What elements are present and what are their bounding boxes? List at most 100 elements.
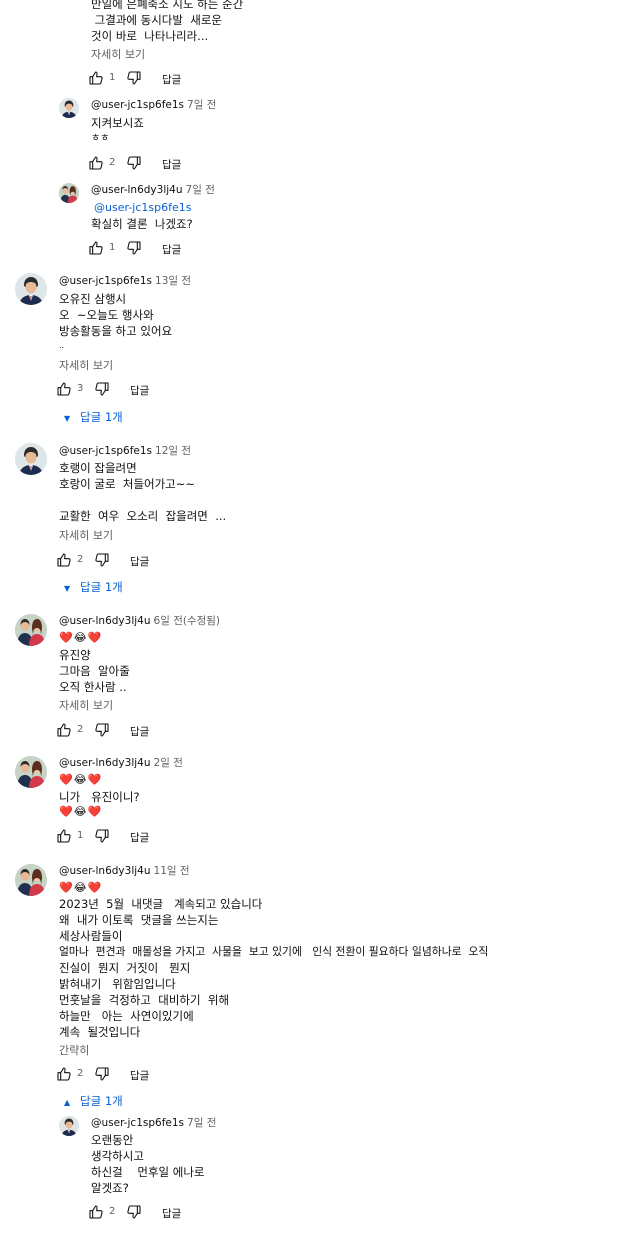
view-replies-toggle[interactable]: ▼ 답글 1개 bbox=[64, 579, 123, 595]
avatar[interactable] bbox=[59, 1116, 79, 1136]
timestamp[interactable]: 7일 전 bbox=[187, 99, 216, 111]
thumb-up-icon[interactable] bbox=[88, 1204, 104, 1220]
view-replies-toggle[interactable]: ▼ 답글 1개 bbox=[64, 409, 123, 425]
reply-button[interactable]: 답글 bbox=[130, 724, 149, 739]
emoji-line: ❤️😂❤️ bbox=[59, 773, 103, 786]
author-name[interactable]: @user-jc1sp6fe1s bbox=[59, 445, 152, 457]
thumb-down-icon[interactable] bbox=[94, 552, 110, 568]
avatar[interactable] bbox=[15, 864, 47, 896]
thumb-up-icon[interactable] bbox=[56, 381, 72, 397]
avatar[interactable] bbox=[15, 756, 47, 788]
comment-text-line: 얼마나 편견과 매몰성을 가지고 사물을 보고 있기에 인식 전환이 필요하다 … bbox=[59, 945, 489, 958]
timestamp[interactable]: 7일 전 bbox=[187, 1117, 216, 1129]
comment-text-line: ㅎㅎ bbox=[91, 133, 110, 144]
read-more-link[interactable]: 자세히 보기 bbox=[91, 48, 145, 62]
comment-actions: 2 답글 bbox=[56, 1066, 256, 1084]
thumb-down-icon[interactable] bbox=[126, 70, 142, 86]
read-more-link[interactable]: 자세히 보기 bbox=[59, 359, 113, 373]
reply-button[interactable]: 답글 bbox=[130, 554, 149, 569]
replies-count-label: 답글 1개 bbox=[80, 580, 123, 594]
avatar[interactable] bbox=[59, 183, 79, 203]
comment-item: @user-jc1sp6fe1s 13일 전 오유진 삼행시 오 ~오늘도 행사와… bbox=[0, 268, 640, 428]
author-name[interactable]: @user-ln6dy3lj4u bbox=[91, 184, 183, 196]
author-name[interactable]: @user-ln6dy3lj4u bbox=[59, 865, 151, 877]
chevron-up-icon: ▲ bbox=[64, 1098, 71, 1107]
timestamp[interactable]: 13일 전 bbox=[155, 275, 191, 287]
comment-text-line: 오랜동안 bbox=[91, 1133, 134, 1147]
author-name[interactable]: @user-jc1sp6fe1s bbox=[91, 99, 184, 111]
reply-button[interactable]: 답글 bbox=[162, 157, 181, 172]
thumb-down-icon[interactable] bbox=[94, 381, 110, 397]
comment-text-line: 호랑이 굴로 처들어가고~~ bbox=[59, 477, 196, 491]
author-name[interactable]: @user-ln6dy3lj4u bbox=[59, 615, 151, 627]
like-count: 2 bbox=[109, 1206, 116, 1217]
avatar[interactable] bbox=[15, 273, 47, 305]
comment-actions: 2 답글 bbox=[56, 722, 256, 740]
thumb-down-icon[interactable] bbox=[94, 722, 110, 738]
comment-text-line: 세상사람들이 bbox=[59, 929, 123, 943]
thumb-down-icon[interactable] bbox=[126, 155, 142, 171]
chevron-down-icon: ▼ bbox=[64, 414, 71, 423]
thumb-down-icon[interactable] bbox=[94, 1066, 110, 1082]
thumb-up-icon[interactable] bbox=[56, 722, 72, 738]
comment-text-line: 진실이 뭔지 거짓이 뭔지 bbox=[59, 961, 191, 975]
thumb-down-icon[interactable] bbox=[94, 828, 110, 844]
thumb-up-icon[interactable] bbox=[88, 70, 104, 86]
reply-button[interactable]: 답글 bbox=[162, 72, 181, 87]
comment-text-line: 오유진 삼행시 bbox=[59, 292, 127, 306]
comment-text-line: 그결과에 동시다발 새로운 bbox=[91, 13, 223, 27]
comment-header: @user-ln6dy3lj4u 7일 전 bbox=[91, 183, 215, 197]
like-count: 2 bbox=[77, 724, 84, 735]
comment-text-line: 것이 바로 나타나리라... bbox=[91, 29, 209, 43]
thumb-up-icon[interactable] bbox=[56, 552, 72, 568]
comment-text-line: 지켜보시죠 bbox=[91, 116, 144, 130]
mention-link[interactable]: @user-jc1sp6fe1s bbox=[94, 200, 191, 216]
comment-item: @user-jc1sp6fe1s 12일 전 호랭이 잡을려면 호랑이 굴로 처들… bbox=[0, 438, 640, 598]
show-less-link[interactable]: 간략히 bbox=[59, 1044, 89, 1058]
comment-text-line: 먼훗날을 걱정하고 대비하기 위해 bbox=[59, 993, 230, 1007]
timestamp[interactable]: 2일 전 bbox=[154, 757, 183, 769]
comment-text-line: 2023년 5월 내댓글 계속되고 있습니다 bbox=[59, 897, 263, 911]
comment-text-line: 하늘만 아는 사연이있기에 bbox=[59, 1009, 194, 1023]
thumb-up-icon[interactable] bbox=[88, 240, 104, 256]
comment-actions: 2 답글 bbox=[88, 155, 288, 173]
avatar[interactable] bbox=[59, 98, 79, 118]
thumb-up-icon[interactable] bbox=[56, 828, 72, 844]
timestamp[interactable]: 6일 전(수정됨) bbox=[154, 615, 221, 627]
hide-replies-toggle[interactable]: ▲ 답글 1개 bbox=[64, 1093, 123, 1109]
reply-button[interactable]: 답글 bbox=[162, 242, 181, 257]
reply-item: @user-ln6dy3lj4u 7일 전 @user-jc1sp6fe1s 확실… bbox=[0, 180, 640, 260]
thumb-down-icon[interactable] bbox=[126, 240, 142, 256]
reply-button[interactable]: 답글 bbox=[130, 1068, 149, 1083]
thumb-up-icon[interactable] bbox=[56, 1066, 72, 1082]
comment-item: @user-ln6dy3lj4u 11일 전 ❤️😂❤️ 2023년 5월 내댓글… bbox=[0, 858, 640, 1113]
like-count: 1 bbox=[109, 242, 116, 253]
thumb-down-icon[interactable] bbox=[126, 1204, 142, 1220]
timestamp[interactable]: 11일 전 bbox=[154, 865, 190, 877]
comment-actions: 1 답글 bbox=[88, 70, 288, 88]
author-name[interactable]: @user-jc1sp6fe1s bbox=[59, 275, 152, 287]
reply-button[interactable]: 답글 bbox=[130, 830, 149, 845]
timestamp[interactable]: 7일 전 bbox=[186, 184, 215, 196]
comment-actions: 1 답글 bbox=[56, 828, 256, 846]
comment-header: @user-jc1sp6fe1s 7일 전 bbox=[91, 1116, 216, 1130]
like-count: 2 bbox=[109, 157, 116, 168]
read-more-link[interactable]: 자세히 보기 bbox=[59, 699, 113, 713]
comment-text-line: 호랭이 잡을려면 bbox=[59, 461, 137, 475]
comment-text-line: 밝혀내기 위함임입니다 bbox=[59, 977, 176, 991]
reply-button[interactable]: 답글 bbox=[130, 383, 149, 398]
reply-button[interactable]: 답글 bbox=[162, 1206, 181, 1221]
like-count: 2 bbox=[77, 1068, 84, 1079]
comment-actions: 2 답글 bbox=[56, 552, 256, 570]
comment-header: @user-jc1sp6fe1s 12일 전 bbox=[59, 444, 191, 458]
replies-count-label: 답글 1개 bbox=[80, 1094, 123, 1108]
thumb-up-icon[interactable] bbox=[88, 155, 104, 171]
timestamp[interactable]: 12일 전 bbox=[155, 445, 191, 457]
author-name[interactable]: @user-ln6dy3lj4u bbox=[59, 757, 151, 769]
author-name[interactable]: @user-jc1sp6fe1s bbox=[91, 1117, 184, 1129]
comment-item: @user-ln6dy3lj4u 2일 전 ❤️😂❤️ 니가 유진이니? ❤️😂❤… bbox=[0, 750, 640, 850]
comment-actions: 1 답글 bbox=[88, 240, 288, 258]
read-more-link[interactable]: 자세히 보기 bbox=[59, 529, 113, 543]
avatar[interactable] bbox=[15, 614, 47, 646]
avatar[interactable] bbox=[15, 443, 47, 475]
